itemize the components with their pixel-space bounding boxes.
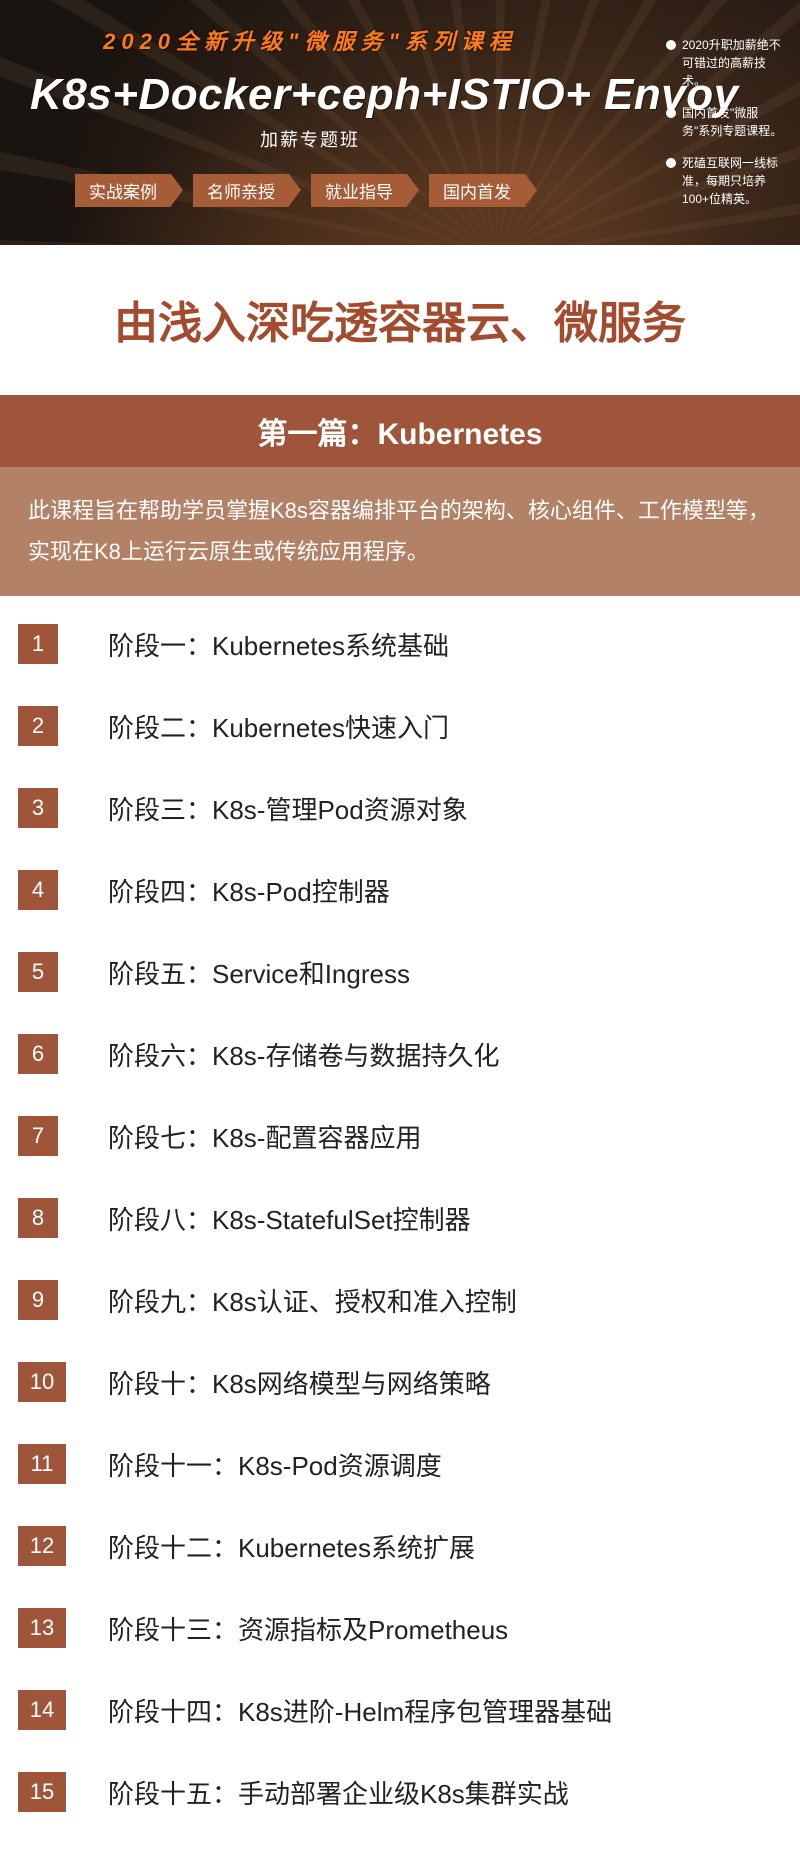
hero-tag: 国内首发 [429, 174, 525, 207]
hero-tag: 名师亲授 [193, 174, 289, 207]
stage-title: 阶段十三：资源指标及Prometheus [108, 1610, 508, 1647]
stage-row: 12 阶段十二：Kubernetes系统扩展 [18, 1526, 782, 1566]
stage-number-badge: 5 [18, 952, 58, 992]
stage-row: 13 阶段十三：资源指标及Prometheus [18, 1608, 782, 1648]
stage-title: 阶段十五：手动部署企业级K8s集群实战 [108, 1774, 569, 1811]
hero-tag: 就业指导 [311, 174, 407, 207]
hero-subtitle: 加薪专题班 [30, 126, 590, 152]
stage-number-badge: 4 [18, 870, 58, 910]
stage-title: 阶段七：K8s-配置容器应用 [108, 1118, 421, 1155]
stage-row: 6 阶段六：K8s-存储卷与数据持久化 [18, 1034, 782, 1074]
stage-row: 8 阶段八：K8s-StatefulSet控制器 [18, 1198, 782, 1238]
stage-number-badge: 12 [18, 1526, 66, 1566]
stage-row: 1 阶段一：Kubernetes系统基础 [18, 624, 782, 664]
bullet-dot-icon [666, 108, 676, 118]
hero-bullet: 国内首发"微服务"系列专题课程。 [666, 104, 786, 140]
bullet-dot-icon [666, 158, 676, 168]
stage-number-badge: 2 [18, 706, 58, 746]
stage-title: 阶段三：K8s-管理Pod资源对象 [108, 790, 468, 827]
stage-row: 5 阶段五：Service和Ingress [18, 952, 782, 992]
stage-title: 阶段二：Kubernetes快速入门 [108, 708, 449, 745]
stage-row: 11 阶段十一：K8s-Pod资源调度 [18, 1444, 782, 1484]
hero-tags: 实战案例 名师亲授 就业指导 国内首发 [30, 174, 770, 207]
hero-title: K8s+Docker+ceph+ISTIO+ Envoy [30, 70, 770, 120]
stage-title: 阶段八：K8s-StatefulSet控制器 [108, 1200, 471, 1237]
hero-top-line: 2020全新升级"微服务"系列课程 [30, 24, 590, 56]
hero-bullet-text: 国内首发"微服务"系列专题课程。 [682, 104, 786, 140]
page-headline: 由浅入深吃透容器云、微服务 [0, 245, 800, 395]
course-description: 此课程旨在帮助学员掌握K8s容器编排平台的架构、核心组件、工作模型等，实现在K8… [0, 467, 800, 596]
stage-number-badge: 3 [18, 788, 58, 828]
stage-title: 阶段四：K8s-Pod控制器 [108, 872, 390, 909]
stage-title: 阶段十四：K8s进阶-Helm程序包管理器基础 [108, 1692, 612, 1729]
stage-row: 7 阶段七：K8s-配置容器应用 [18, 1116, 782, 1156]
stage-title: 阶段十：K8s网络模型与网络策略 [108, 1364, 491, 1401]
bullet-dot-icon [666, 40, 676, 50]
stage-number-badge: 14 [18, 1690, 66, 1730]
stage-title: 阶段六：K8s-存储卷与数据持久化 [108, 1036, 499, 1073]
stage-row: 9 阶段九：K8s认证、授权和准入控制 [18, 1280, 782, 1320]
section-title-bar: 第一篇：Kubernetes [0, 395, 800, 467]
stage-title: 阶段十二：Kubernetes系统扩展 [108, 1528, 475, 1565]
hero-banner: 2020全新升级"微服务"系列课程 K8s+Docker+ceph+ISTIO+… [0, 0, 800, 245]
hero-tag: 实战案例 [75, 174, 171, 207]
stage-number-badge: 7 [18, 1116, 58, 1156]
stage-row: 14 阶段十四：K8s进阶-Helm程序包管理器基础 [18, 1690, 782, 1730]
stage-row: 15 阶段十五：手动部署企业级K8s集群实战 [18, 1772, 782, 1812]
hero-bullet-text: 2020升职加薪绝不可错过的高薪技术。 [682, 36, 786, 90]
hero-bullet: 2020升职加薪绝不可错过的高薪技术。 [666, 36, 786, 90]
stage-number-badge: 9 [18, 1280, 58, 1320]
stage-row: 10 阶段十：K8s网络模型与网络策略 [18, 1362, 782, 1402]
stage-number-badge: 11 [18, 1444, 66, 1484]
stage-title: 阶段五：Service和Ingress [108, 954, 410, 991]
stage-row: 2 阶段二：Kubernetes快速入门 [18, 706, 782, 746]
stage-number-badge: 13 [18, 1608, 66, 1648]
hero-bullets: 2020升职加薪绝不可错过的高薪技术。 国内首发"微服务"系列专题课程。 死磕互… [666, 36, 786, 222]
stage-list: 1 阶段一：Kubernetes系统基础 2 阶段二：Kubernetes快速入… [0, 624, 800, 1812]
stage-row: 4 阶段四：K8s-Pod控制器 [18, 870, 782, 910]
stage-number-badge: 15 [18, 1772, 66, 1812]
stage-title: 阶段九：K8s认证、授权和准入控制 [108, 1282, 517, 1319]
hero-bullet-text: 死磕互联网一线标准，每期只培养100+位精英。 [682, 154, 786, 208]
stage-number-badge: 10 [18, 1362, 66, 1402]
stage-title: 阶段一：Kubernetes系统基础 [108, 626, 449, 663]
stage-number-badge: 8 [18, 1198, 58, 1238]
stage-number-badge: 6 [18, 1034, 58, 1074]
stage-row: 3 阶段三：K8s-管理Pod资源对象 [18, 788, 782, 828]
stage-number-badge: 1 [18, 624, 58, 664]
stage-title: 阶段十一：K8s-Pod资源调度 [108, 1446, 442, 1483]
hero-bullet: 死磕互联网一线标准，每期只培养100+位精英。 [666, 154, 786, 208]
